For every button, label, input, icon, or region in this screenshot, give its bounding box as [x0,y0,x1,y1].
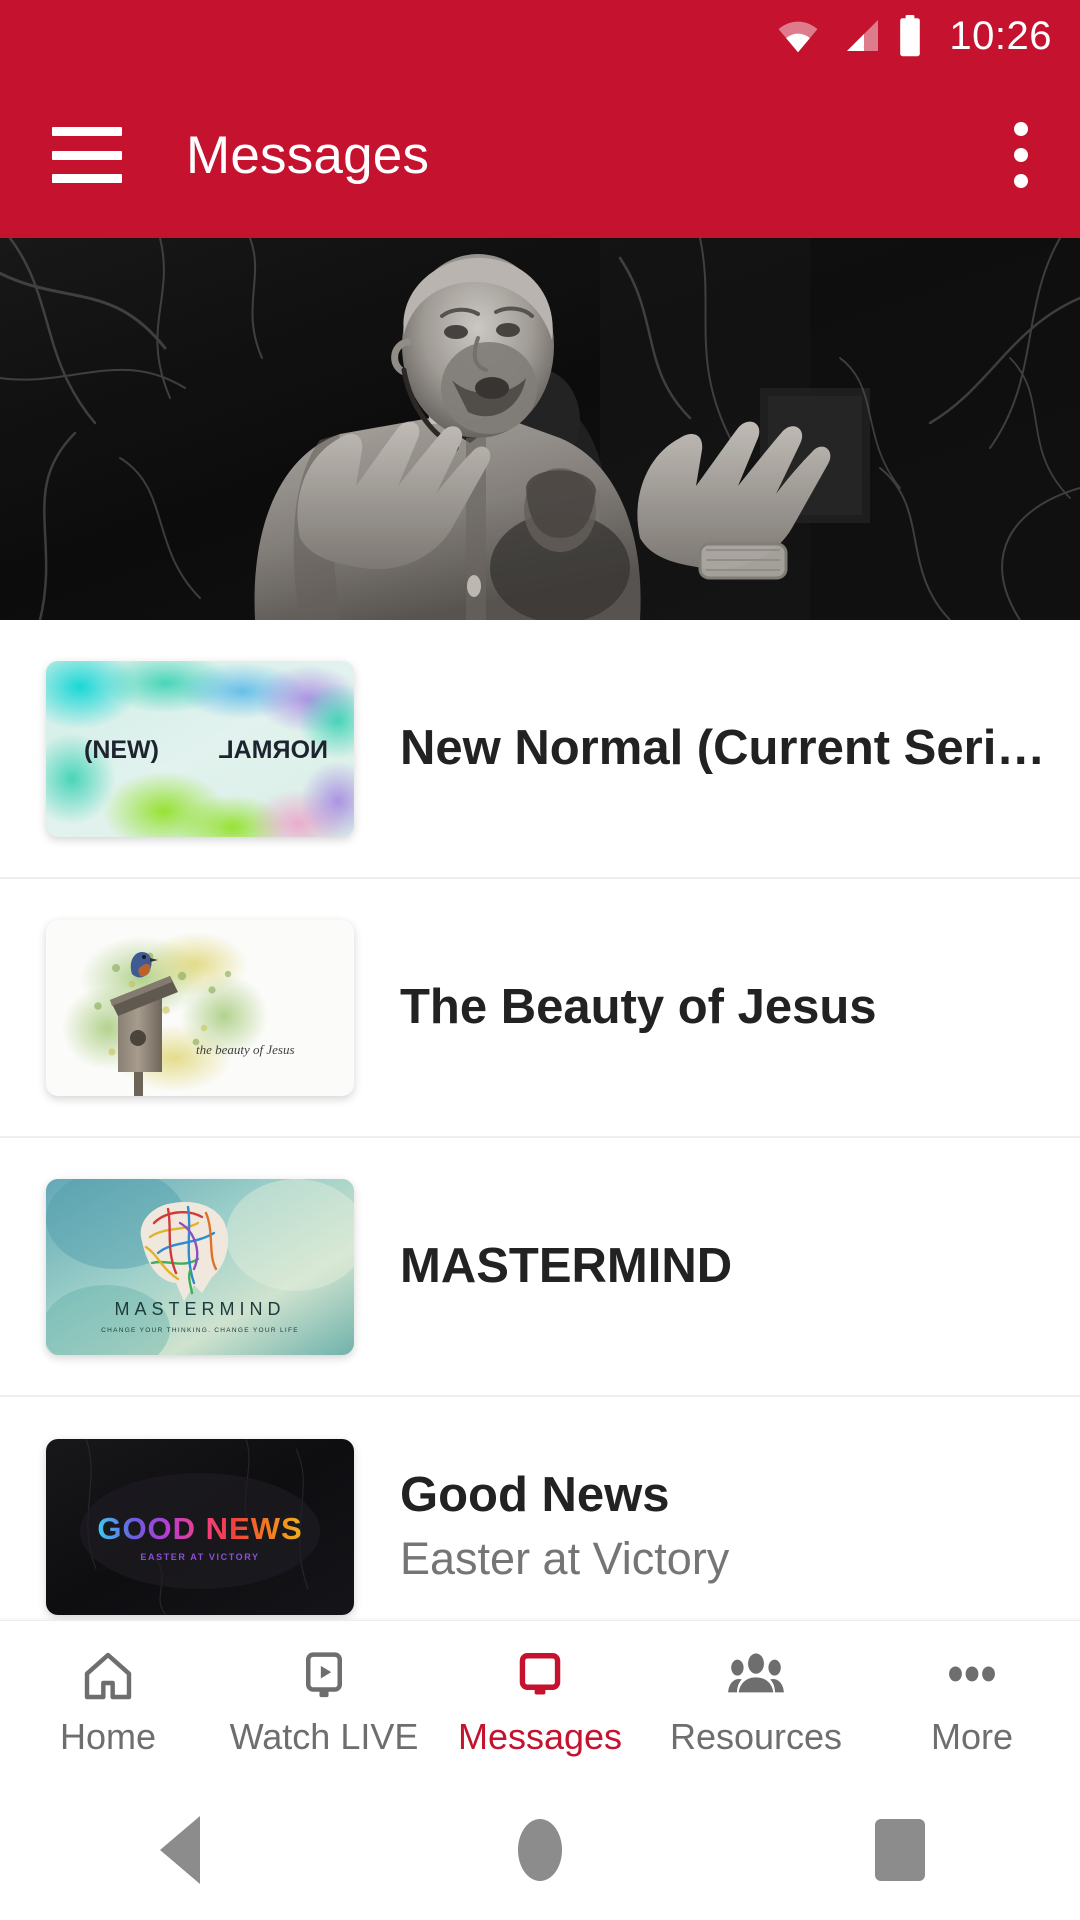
nav-item-resources[interactable]: Resources [648,1621,864,1781]
home-icon [80,1647,136,1705]
list-item-subtitle: Easter at Victory [400,1533,730,1584]
thumbnail-good-news: GOOD NEWS EASTER AT VICTORY [46,1438,354,1615]
nav-item-messages[interactable]: Messages [432,1621,648,1781]
list-item-text: MASTERMIND [400,1240,1080,1293]
system-navigation-bar [0,1780,1080,1920]
wifi-icon [775,18,821,54]
monitor-icon [513,1647,567,1705]
list-item[interactable]: GOOD NEWS EASTER AT VICTORY Good News Ea… [0,1397,1080,1620]
hero-image[interactable] [0,238,1080,620]
thumbnail-the-beauty-of-jesus: the beauty of Jesus [46,919,354,1096]
list-item[interactable]: MASTERMIND CHANGE YOUR THINKING. CHANGE … [0,1138,1080,1397]
list-item-text: New Normal (Current Seri… [400,722,1080,775]
list-item-title: Good News [400,1468,670,1522]
app-screen: 10:26 Messages (NEW) NORMAL New Normal (… [0,0,1080,1920]
nav-item-more[interactable]: More [864,1621,1080,1781]
back-triangle-icon[interactable] [0,1816,360,1884]
thumbnail-new-normal: (NEW) NORMAL [46,660,354,837]
thumb-text-normal: NORMAL [218,736,328,764]
thumb-text-new: (NEW) [84,736,159,764]
messages-series-list[interactable]: (NEW) NORMAL New Normal (Current Seri… t… [0,620,1080,1620]
thumbnail-mastermind: MASTERMIND CHANGE YOUR THINKING. CHANGE … [46,1178,354,1355]
page-title: Messages [186,125,430,185]
nav-label-more: More [930,1715,1014,1757]
thumb-text-mastermind: MASTERMIND [115,1299,286,1319]
nav-item-home[interactable]: Home [0,1621,216,1781]
list-item-title: New Normal (Current Seri… [400,722,1046,775]
nav-item-watch-live[interactable]: Watch LIVE [216,1621,432,1781]
battery-full-icon [897,15,923,57]
status-bar-clock: 10:26 [949,14,1052,58]
list-item-title: The Beauty of Jesus [400,981,877,1034]
recents-square-icon[interactable] [720,1819,1080,1881]
list-item[interactable]: (NEW) NORMAL New Normal (Current Seri… [0,620,1080,879]
thumb-text-script: the beauty of Jesus [196,1042,295,1057]
cellular-signal-icon [837,18,881,54]
list-item-text: Good News Easter at Victory [400,1469,1080,1584]
app-bar: Messages [0,72,1080,238]
nav-label-home: Home [59,1715,157,1757]
thumb-text-easter: EASTER AT VICTORY [140,1552,259,1562]
hamburger-menu-icon[interactable] [52,127,122,183]
overflow-menu-icon[interactable] [1014,122,1028,188]
bottom-navigation-bar: Home Watch LIVE Messages Resources More [0,1620,1080,1780]
list-item-title: MASTERMIND [400,1240,733,1293]
video-play-icon [297,1647,351,1705]
nav-label-messages: Messages [457,1715,623,1757]
nav-label-watch-live: Watch LIVE [229,1715,419,1757]
list-item[interactable]: the beauty of Jesus The Beauty of Jesus [0,879,1080,1138]
people-group-icon [725,1647,787,1705]
nav-label-resources: Resources [669,1715,843,1757]
list-item-text: The Beauty of Jesus [400,981,1080,1034]
more-dots-icon [941,1647,1003,1705]
thumb-text-tagline: CHANGE YOUR THINKING. CHANGE YOUR LIFE [101,1327,299,1334]
status-bar: 10:26 [0,0,1080,72]
home-circle-icon[interactable] [360,1819,720,1881]
thumb-text-good-news: GOOD NEWS [97,1511,302,1546]
